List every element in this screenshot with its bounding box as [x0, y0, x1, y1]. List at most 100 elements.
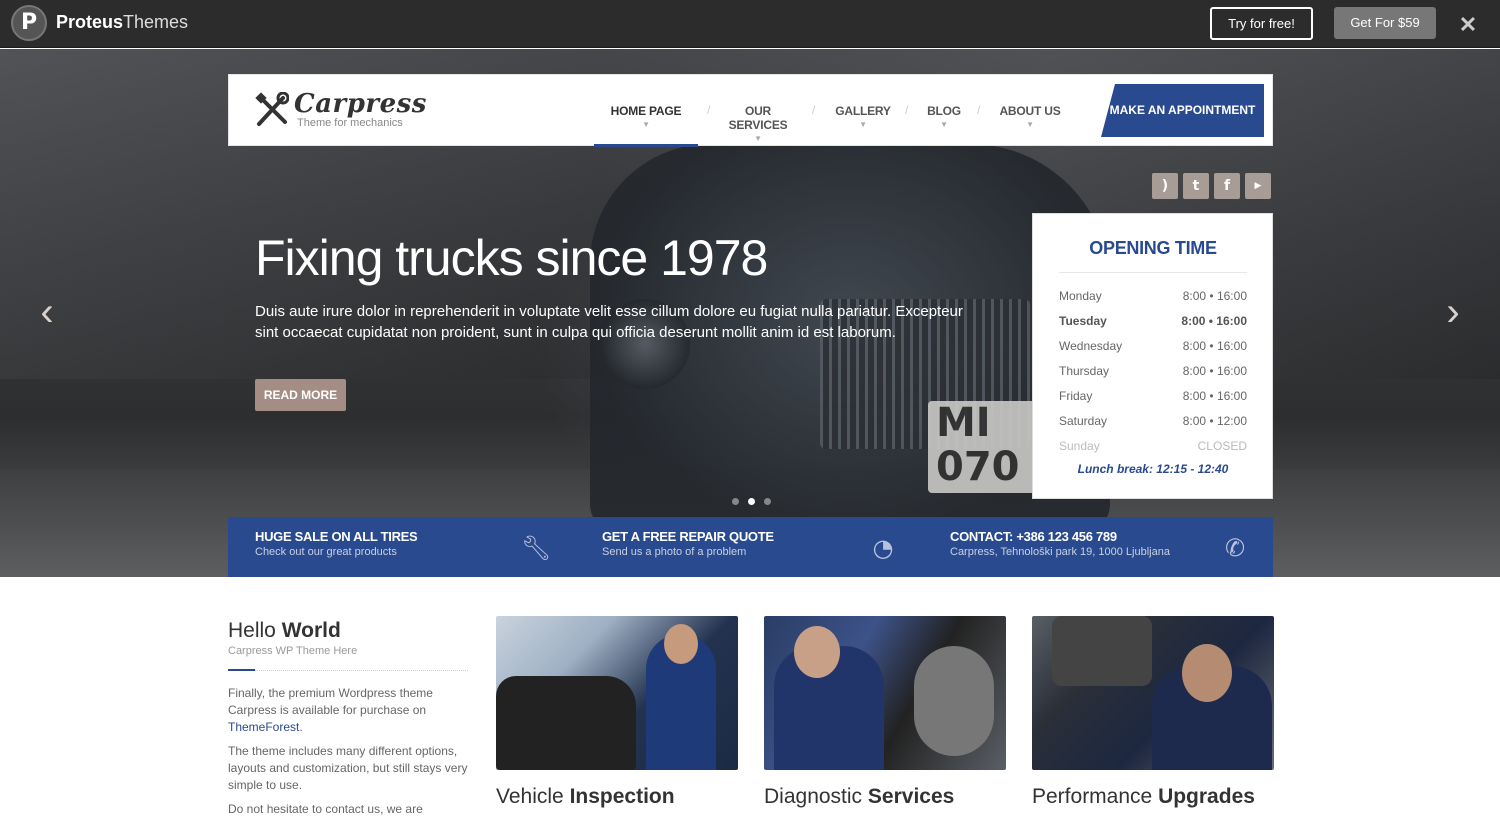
hello-paragraph-3: Do not hesitate to contact us, we are: [228, 802, 423, 816]
info-item-repair-quote[interactable]: GET A FREE REPAIR QUOTE Send us a photo …: [602, 529, 774, 558]
info-subtitle: Carpress, Tehnološki park 19, 1000 Ljubl…: [950, 546, 1170, 558]
site-header: Carpress Theme for mechanics HOME PAGE ▼…: [228, 74, 1273, 147]
twitter-icon[interactable]: t: [1183, 173, 1209, 199]
opening-day: Thursday: [1059, 364, 1110, 378]
opening-hours: 8:00 • 12:00: [1182, 414, 1247, 428]
make-appointment-button[interactable]: MAKE AN APPOINTMENT: [1101, 84, 1264, 137]
hero-title: Fixing trucks since 1978: [255, 230, 768, 286]
card-title-bold: Inspection: [569, 785, 675, 808]
buy-button[interactable]: Get For $59: [1334, 7, 1436, 39]
chevron-down-icon: ▼: [642, 120, 650, 129]
card-title-bold: Upgrades: [1158, 785, 1255, 808]
nav-item-about-us[interactable]: ABOUT US ▼: [998, 75, 1062, 147]
slider-pagination: [732, 492, 780, 510]
opening-day: Tuesday: [1059, 314, 1107, 328]
engine-part: [914, 646, 994, 756]
opening-time-widget: OPENING TIME Monday 8:00 • 16:00 Tuesday 8…: [1032, 213, 1273, 499]
slider-dot[interactable]: [732, 498, 739, 505]
nav-item-our-services[interactable]: OUR SERVICES ▼: [716, 75, 800, 147]
info-item-contact[interactable]: CONTACT: +386 123 456 789 Carpress, Tehn…: [950, 529, 1170, 558]
hello-paragraph-2: The theme includes many different option…: [228, 744, 468, 792]
nav-label: BLOG: [927, 104, 961, 118]
nav-item-blog[interactable]: BLOG ▼: [924, 75, 964, 147]
divider: [228, 670, 468, 671]
opening-day: Sunday: [1059, 439, 1100, 453]
divider: [1059, 272, 1247, 273]
nav-label: OUR SERVICES: [728, 104, 788, 132]
opening-hours: CLOSED: [1197, 439, 1247, 453]
card-title-vehicle-inspection[interactable]: Vehicle Inspection: [496, 785, 675, 809]
slider-dot-active[interactable]: [748, 498, 755, 505]
wrench-icon: 🔧︎: [520, 534, 552, 562]
try-for-free-button[interactable]: Try for free!: [1210, 7, 1313, 40]
demo-topbar: P ProteusThemes Try for free! Get For $5…: [0, 0, 1500, 48]
opening-hours: 8:00 • 16:00: [1182, 339, 1247, 353]
wrench-screwdriver-logo-icon: [255, 92, 289, 126]
opening-day: Saturday: [1059, 414, 1108, 428]
nav-separator: /: [905, 103, 909, 117]
brand-light: Themes: [123, 12, 189, 32]
proteus-brand[interactable]: ProteusThemes: [56, 12, 188, 33]
nav-item-home[interactable]: HOME PAGE ▼: [594, 75, 698, 147]
lunch-break-note: Lunch break: 12:15 - 12:40: [1077, 462, 1229, 476]
card-title-light: Performance: [1032, 785, 1153, 808]
rss-icon[interactable]: ): [1152, 173, 1178, 199]
paragraph-text: Finally, the premium Wordpress theme Car…: [228, 686, 433, 717]
card-title-light: Vehicle: [496, 785, 564, 808]
read-more-button[interactable]: READ MORE: [255, 379, 346, 411]
paragraph-text: .: [299, 720, 303, 734]
engine-part: [1052, 616, 1152, 686]
slider-prev-arrow-icon[interactable]: ‹: [32, 292, 62, 332]
divider-accent: [228, 669, 255, 671]
info-title: CONTACT: +386 123 456 789: [950, 529, 1117, 544]
mechanic-head: [1182, 644, 1232, 702]
car-license-plate: MI 070: [928, 401, 1038, 493]
hero-description: Duis aute irure dolor in reprehenderit i…: [255, 303, 963, 341]
site-logo-tagline: Theme for mechanics: [297, 117, 403, 129]
opening-time-title: OPENING TIME: [1089, 238, 1217, 258]
facebook-icon[interactable]: f: [1214, 173, 1240, 199]
vehicle-inspection-image[interactable]: [496, 616, 738, 770]
chevron-down-icon: ▼: [1026, 120, 1034, 129]
mechanic-head: [794, 626, 840, 678]
opening-day: Monday: [1059, 289, 1102, 303]
car-shape: [496, 676, 636, 770]
card-title-diagnostic-services[interactable]: Diagnostic Services: [764, 785, 954, 809]
info-title: GET A FREE REPAIR QUOTE: [602, 529, 774, 544]
opening-hours: 8:00 • 16:00: [1182, 364, 1247, 378]
hello-heading-light: Hello: [228, 619, 276, 642]
nav-separator: /: [707, 103, 711, 117]
hello-paragraph-1: Finally, the premium Wordpress theme Car…: [228, 685, 473, 736]
phone-icon: ✆: [1224, 534, 1246, 562]
nav-separator: /: [977, 103, 981, 117]
hello-subtitle: Carpress WP Theme Here: [228, 645, 358, 657]
opening-day: Friday: [1059, 389, 1093, 403]
slider-next-arrow-icon[interactable]: ›: [1438, 292, 1468, 332]
info-subtitle: Check out our great products: [255, 546, 397, 558]
close-icon[interactable]: ✕: [1458, 12, 1478, 37]
slider-dot[interactable]: [764, 498, 771, 505]
proteus-logo-icon[interactable]: P: [11, 5, 47, 41]
opening-hours: 8:00 • 16:00: [1181, 314, 1247, 328]
diagnostic-services-image[interactable]: [764, 616, 1006, 770]
opening-hours: 8:00 • 16:00: [1182, 389, 1247, 403]
opening-day: Wednesday: [1059, 339, 1123, 353]
youtube-icon[interactable]: ▶: [1245, 173, 1271, 199]
nav-label: GALLERY: [835, 104, 891, 118]
info-item-tires[interactable]: HUGE SALE ON ALL TIRES Check out our gre…: [255, 529, 418, 558]
card-title-light: Diagnostic: [764, 785, 863, 808]
chevron-down-icon: ▼: [859, 120, 867, 129]
card-title-performance-upgrades[interactable]: Performance Upgrades: [1032, 785, 1255, 809]
themeforest-link[interactable]: ThemeForest: [228, 720, 299, 734]
nav-item-gallery[interactable]: GALLERY ▼: [834, 75, 892, 147]
chevron-down-icon: ▼: [754, 134, 762, 143]
nav-label: ABOUT US: [999, 104, 1061, 118]
performance-upgrades-image[interactable]: [1032, 616, 1274, 770]
gauge-icon: ◔: [872, 534, 894, 562]
opening-hours: 8:00 • 16:00: [1182, 289, 1247, 303]
site-logo-title[interactable]: Carpress: [294, 89, 427, 119]
hello-heading: Hello World: [228, 619, 341, 643]
hello-heading-bold: World: [281, 619, 341, 642]
nav-separator: /: [812, 103, 816, 117]
chevron-down-icon: ▼: [940, 120, 948, 129]
